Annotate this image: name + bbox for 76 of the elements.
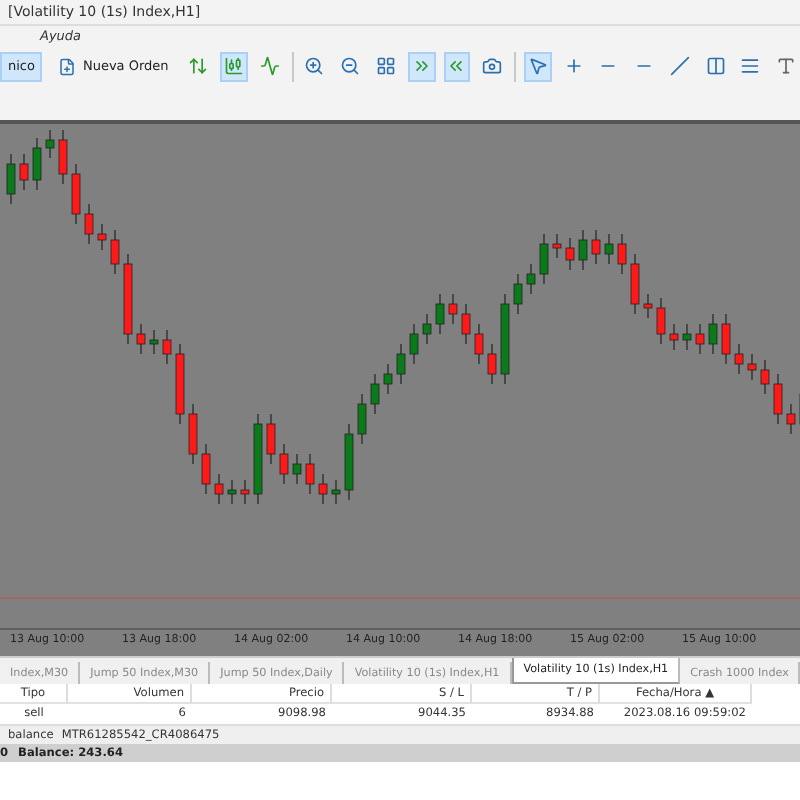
candlestick [214, 473, 224, 505]
candlestick [110, 229, 120, 275]
candlestick [240, 479, 250, 505]
candlestick [435, 293, 445, 335]
cursor-icon [527, 56, 548, 76]
candlestick [253, 413, 263, 505]
candlestick [461, 303, 471, 345]
candlestick [318, 473, 328, 505]
candlestick [500, 293, 510, 385]
line-chart-icon [259, 56, 280, 76]
candlestick [136, 323, 146, 355]
candlestick [45, 129, 55, 159]
candlestick [604, 233, 614, 265]
candlestick [396, 343, 406, 385]
candlestick [773, 373, 783, 425]
candlestick [552, 233, 562, 259]
candlestick [721, 313, 731, 365]
candlestick [84, 203, 94, 245]
candlestick [474, 323, 484, 365]
candlestick [760, 359, 770, 395]
candlestick [630, 253, 640, 315]
candlestick [6, 153, 16, 205]
candlestick [201, 443, 211, 495]
candlestick [695, 323, 705, 355]
cursor-button[interactable] [523, 51, 552, 81]
candlestick [32, 137, 42, 191]
candlestick [643, 293, 653, 319]
candlestick [487, 343, 497, 385]
candlestick [370, 373, 380, 415]
candlestick [162, 329, 172, 365]
candlestick [786, 403, 796, 435]
candlestick-icon [223, 56, 244, 76]
candlestick [422, 313, 432, 345]
candlestick [565, 237, 575, 271]
candlestick [591, 229, 601, 265]
candlestick [383, 363, 393, 395]
candlestick [331, 479, 341, 505]
candlestick [617, 233, 627, 275]
candlestick [292, 453, 302, 485]
candlestick [539, 233, 549, 285]
zoom-out-icon [340, 56, 361, 76]
candlestick [682, 323, 692, 351]
candlestick [175, 343, 185, 425]
candlestick [305, 453, 315, 495]
grid-icon [375, 56, 396, 76]
candlestick [526, 263, 536, 295]
candlestick [578, 229, 588, 271]
crosshair-icon [563, 56, 584, 76]
line-chart-button[interactable] [255, 51, 284, 81]
document-icon [58, 57, 77, 75]
text-icon [776, 56, 797, 76]
candlestick [513, 273, 523, 315]
candlestick [97, 223, 107, 251]
candlestick [669, 323, 679, 351]
candlestick [227, 479, 237, 505]
trend-line-icon [669, 56, 690, 76]
trend-line-button[interactable] [666, 51, 694, 81]
candlestick [123, 253, 133, 345]
candlestick [344, 423, 354, 501]
candlestick [19, 153, 29, 191]
candlestick [188, 403, 198, 465]
candlestick [409, 323, 419, 365]
candlestick [357, 393, 367, 445]
candlestick [708, 313, 718, 355]
candlestick [747, 353, 757, 381]
candlestick [734, 343, 744, 375]
candlestick [448, 293, 458, 325]
zoom-in-icon [304, 56, 325, 76]
candlestick [266, 413, 276, 465]
candlestick [656, 297, 666, 345]
candlestick-button[interactable] [220, 51, 248, 81]
candlestick [279, 443, 289, 485]
candlestick [71, 163, 81, 225]
candlestick [149, 329, 159, 355]
camera-icon [482, 56, 503, 76]
candlestick [58, 129, 68, 185]
